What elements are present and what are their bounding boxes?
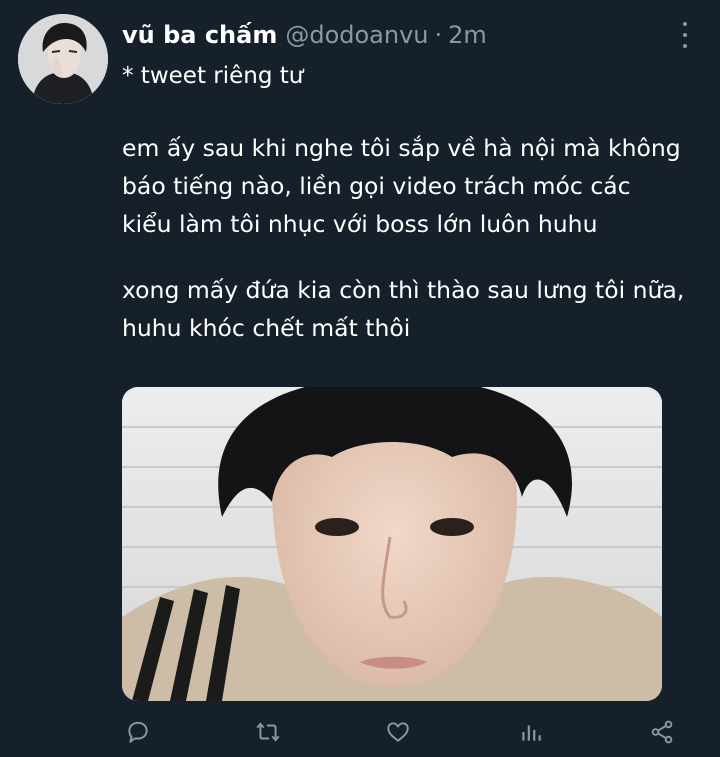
tweet-header: vũ ba chấm @dodoanvu · 2m: [122, 16, 680, 56]
reply-button[interactable]: [122, 716, 154, 748]
tweet-line: báo tiếng nào, liền gọi video trách móc …: [122, 172, 631, 200]
separator-dot: ·: [434, 21, 443, 49]
retweet-button[interactable]: [252, 716, 284, 748]
like-button[interactable]: [382, 716, 414, 748]
tweet-line: kiểu làm tôi nhục với boss lớn luôn huhu: [122, 210, 598, 238]
heart-icon: [387, 722, 409, 742]
tweet-action-bar: [122, 712, 682, 752]
tweet-line: em ấy sau khi nghe tôi sắp về hà nội mà …: [122, 134, 681, 162]
share-icon: [651, 720, 673, 744]
analytics-icon: [522, 725, 541, 741]
avatar[interactable]: [18, 14, 108, 104]
photo-image: [122, 387, 662, 701]
more-options-icon[interactable]: [680, 22, 690, 48]
analytics-button[interactable]: [515, 716, 547, 748]
timestamp[interactable]: 2m: [448, 16, 487, 54]
reply-icon: [128, 721, 148, 743]
retweet-icon: [256, 722, 280, 742]
user-handle[interactable]: @dodoanvu: [285, 16, 428, 54]
display-name[interactable]: vũ ba chấm: [122, 16, 277, 54]
tweet-media-photo[interactable]: [122, 387, 662, 701]
tweet-subtitle: * tweet riêng tư: [122, 63, 304, 89]
tweet-line: huhu khóc chết mất thôi: [122, 314, 411, 342]
avatar-photo: [18, 14, 108, 104]
tweet-body: em ấy sau khi nghe tôi sắp về hà nội mà …: [122, 129, 707, 347]
share-button[interactable]: [646, 716, 678, 748]
tweet-line: xong mấy đứa kia còn thì thào sau lưng t…: [122, 276, 685, 304]
